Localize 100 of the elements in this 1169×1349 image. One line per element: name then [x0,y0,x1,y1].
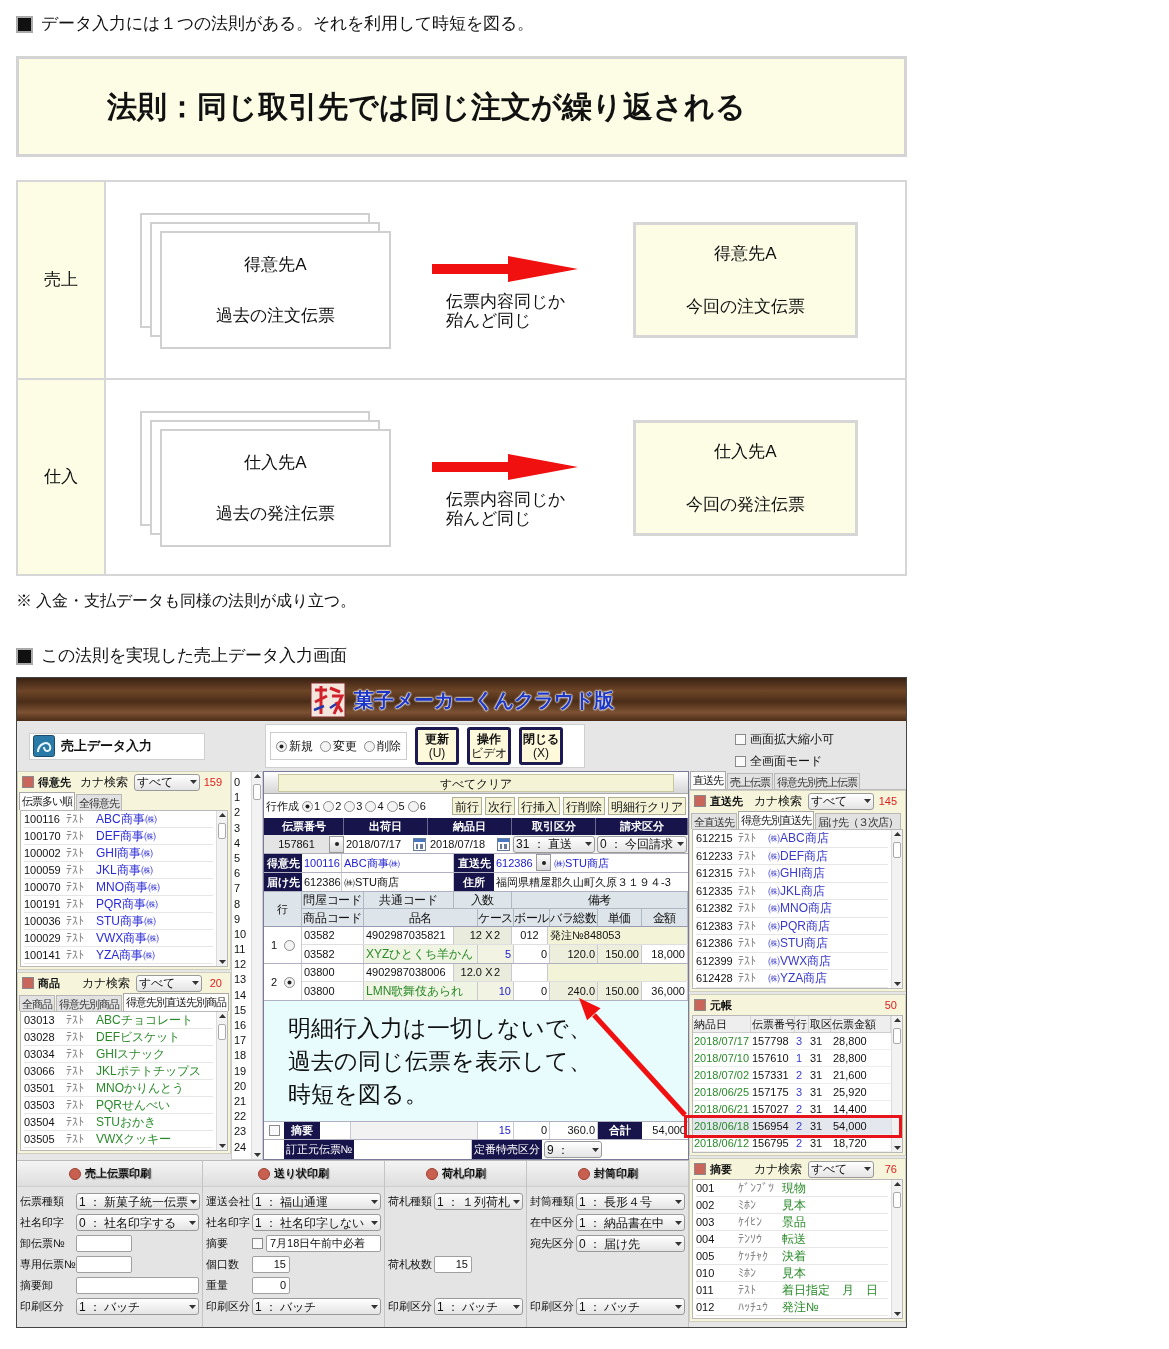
row-button[interactable]: 行挿入 [518,797,560,815]
row-button[interactable]: 次行 [485,797,515,815]
dropdown[interactable]: 1 ： バッチ [252,1298,381,1315]
list-item[interactable]: 612335 ﾃｽﾄ ㈱JKL商店 [696,882,888,900]
list-item[interactable]: 03503 ﾃｽﾄ PQRせんべい [24,1097,213,1114]
tab[interactable]: 得意先別売上伝票 [774,773,860,789]
scroll-up-icon[interactable] [253,774,261,778]
dropdown[interactable]: 1 ： 新菓子統一伝票 [76,1193,201,1210]
list-item[interactable]: 03501 ﾃｽﾄ MNOかりんとう [24,1080,213,1097]
toolbar-button[interactable]: 操作 ビデオ [467,727,511,765]
tab[interactable]: 直送先 [690,771,726,789]
radio-option[interactable]: 変更 [320,737,357,755]
radio-option[interactable]: 削除 [364,737,401,755]
dropdown[interactable]: 0 ： 今回請求 [597,835,687,853]
dropdown[interactable]: 1 ： バッチ [76,1298,199,1315]
scroll-up-icon[interactable] [893,832,901,836]
slip-number-field[interactable]: 157861 [264,835,329,853]
list-item[interactable]: 100029 ﾃｽﾄ VWX商事㈱ [24,930,213,947]
list-item[interactable]: 100036 ﾃｽﾄ STU商事㈱ [24,913,213,930]
list-item[interactable]: 612386 ﾃｽﾄ ㈱STU商店 [696,935,888,953]
row-button[interactable]: 明細行クリア [608,797,686,815]
tab[interactable]: 伝票多い順 [19,792,75,810]
checkbox-option[interactable]: 全画面モード [735,752,906,770]
list-item[interactable]: 100070 ﾃｽﾄ MNO商事㈱ [24,879,213,896]
tab[interactable]: 届け先（３次店） [815,813,901,829]
list-item[interactable]: 03504 ﾃｽﾄ STUおかき [24,1114,213,1131]
input-field[interactable] [76,1256,132,1273]
list-item[interactable]: 100141 ﾃｽﾄ YZA商事㈱ [24,947,213,964]
list-item[interactable]: 001 ｹﾞﾝﾌﾞﾂ 現物 [696,1180,888,1197]
checkbox[interactable] [252,1238,263,1249]
radio-option[interactable]: 新規 [276,737,313,755]
scroll-up-icon[interactable] [893,1018,901,1022]
tab[interactable]: 売上伝票 [727,773,773,789]
list-item[interactable]: 011 ﾃｽﾄ 着日指定 月 日 [696,1282,888,1299]
lookup-button[interactable] [536,854,551,871]
dropdown[interactable]: すべて [136,974,202,992]
radio-option[interactable]: 1 [302,797,321,815]
scroll-thumb[interactable] [218,823,226,839]
list-item[interactable]: 012 ﾊｯﾁｭｳ 発注№ [696,1299,888,1316]
scroll-up-icon[interactable] [218,1014,226,1018]
scroll-thumb[interactable] [893,1028,901,1044]
scroll-down-icon[interactable] [893,982,901,986]
dropdown[interactable]: 1 ： 社名印字しない [252,1214,381,1231]
input-field[interactable]: 15 [434,1256,472,1273]
list-item[interactable]: 003 ｹｲﾋﾝ 景品 [696,1214,888,1231]
list-item[interactable]: 010 ﾐﾎﾝ 見本 [696,1265,888,1282]
radio-option[interactable]: 4 [365,797,384,815]
scroll-down-icon[interactable] [893,1146,901,1150]
list-item[interactable]: 03028 ﾃｽﾄ DEFビスケット [24,1029,213,1046]
list-item[interactable]: 612315 ﾃｽﾄ ㈱GHI商店 [696,865,888,883]
list-item[interactable]: 100170 ﾃｽﾄ DEF商事㈱ [24,828,213,845]
dropdown[interactable]: 31 ： 直送 [513,835,595,853]
scroll-thumb[interactable] [218,1024,226,1040]
dropdown[interactable]: 1 ： １列荷札 [434,1193,523,1210]
scrollbar[interactable] [891,1016,902,1152]
scrollbar[interactable] [216,811,227,966]
checkbox-option[interactable]: 画面拡大縮小可 [735,730,906,748]
list-item[interactable]: 612428 ﾃｽﾄ ㈱YZA商店 [696,970,888,988]
list-item[interactable]: 100191 ﾃｽﾄ PQR商事㈱ [24,896,213,913]
list-item[interactable]: 03013 ﾃｽﾄ ABCチョコレート [24,1012,213,1029]
radio-option[interactable]: 2 [323,797,342,815]
dropdown[interactable]: すべて [808,792,874,810]
scroll-down-icon[interactable] [218,1144,226,1148]
list-item[interactable]: 612383 ﾃｽﾄ ㈱PQR商店 [696,917,888,935]
scroll-up-icon[interactable] [893,1182,901,1186]
input-field[interactable]: 0 [252,1277,290,1294]
list-item[interactable]: 100002 ﾃｽﾄ GHI商事㈱ [24,845,213,862]
list-item[interactable]: 03034 ﾃｽﾄ GHIスナック [24,1046,213,1063]
toolbar-button[interactable]: 更新 (U) [415,727,459,765]
dropdown[interactable]: 1 ： 長形４号 [576,1193,685,1210]
tab[interactable]: 全得意先 [76,794,122,810]
checkbox[interactable] [268,1125,280,1136]
list-item[interactable]: 100116 ﾃｽﾄ ABC商事㈱ [24,811,213,828]
scroll-down-icon[interactable] [253,1153,261,1157]
list-item[interactable]: 03505 ﾃｽﾄ VWXクッキー [24,1131,213,1148]
scroll-up-icon[interactable] [218,813,226,817]
radio-option[interactable]: 6 [407,797,426,815]
radio-option[interactable]: 3 [344,797,363,815]
tab[interactable]: 全直送先 [691,813,737,829]
table-row[interactable]: 2018/06/18 156954 2 31 54,000 [693,1118,891,1135]
dropdown[interactable]: 1 ： 納品書在中 [576,1214,685,1231]
scroll-thumb[interactable] [253,784,261,800]
input-field[interactable] [351,1122,478,1139]
scroll-thumb[interactable] [893,842,901,858]
calendar-icon[interactable] [413,837,426,851]
tab[interactable]: 得意先別直送先 [738,811,814,829]
dropdown[interactable]: 0 ： 届け先 [576,1235,685,1252]
dropdown[interactable]: すべて [808,1160,874,1178]
calendar-icon[interactable] [497,837,510,851]
list-item[interactable]: 612233 ﾃｽﾄ ㈱DEF商店 [696,847,888,865]
list-item[interactable]: 03066 ﾃｽﾄ JKLポテトチップス [24,1063,213,1080]
scrollbar[interactable] [216,1012,227,1150]
radio-button[interactable] [284,939,295,951]
dropdown[interactable]: 1 ： バッチ [434,1298,523,1315]
dropdown[interactable]: 0 ： 社名印字する [76,1214,199,1231]
row-button[interactable]: 行削除 [563,797,605,815]
list-item[interactable]: 612399 ﾃｽﾄ ㈱VWX商店 [696,952,888,970]
radio-button[interactable] [284,976,295,988]
dropdown[interactable]: 9 ： [544,1141,602,1158]
dropdown[interactable]: 1 ： バッチ [576,1298,685,1315]
